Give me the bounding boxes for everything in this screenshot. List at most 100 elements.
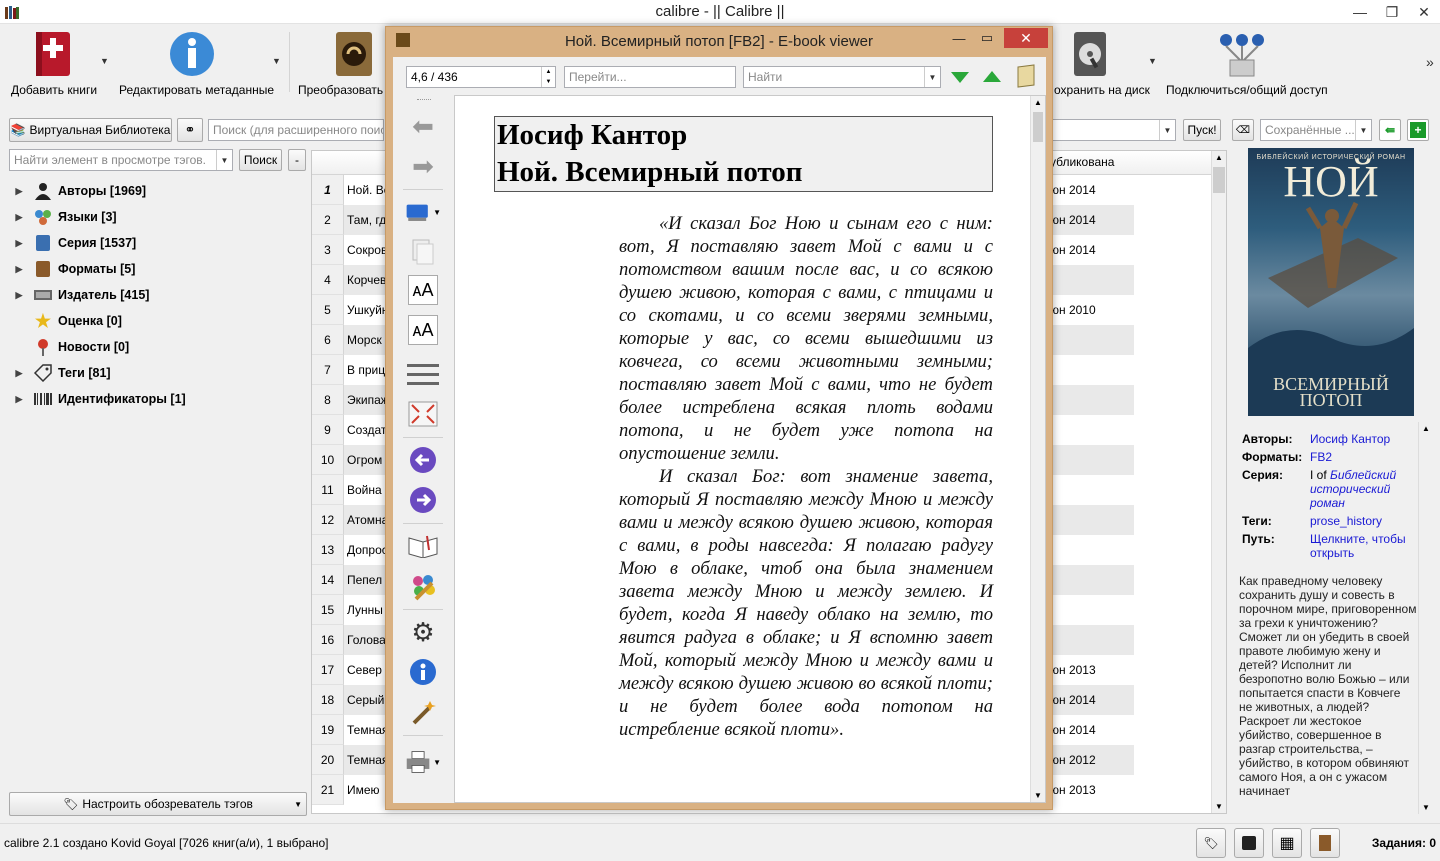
viewer-minimize-button[interactable]: —	[946, 29, 972, 47]
tag-collapse-button[interactable]: -	[288, 149, 306, 171]
row-title: Война	[347, 483, 382, 497]
format-link[interactable]: FB2	[1310, 450, 1420, 464]
tag-category-series[interactable]: ▶ Серия [1537]	[0, 230, 136, 256]
viewer-close-button[interactable]: ✕	[1004, 28, 1048, 48]
expand-arrow-icon[interactable]: ▶	[12, 212, 26, 223]
font-larger-icon: ᴀA	[412, 279, 434, 300]
window-title: calibre - || Calibre ||	[655, 3, 785, 20]
row-title: Лунны	[347, 603, 383, 617]
save-to-disk-button[interactable]: ▼ охранить на диск	[1050, 24, 1160, 100]
row-number: 21	[312, 775, 344, 805]
jobs-indicator[interactable]: Задания: 0	[1372, 836, 1436, 850]
bookmark-button[interactable]: ▼	[405, 195, 441, 229]
path-link[interactable]: Щелкните, чтобы открыть	[1310, 532, 1420, 560]
copy-icon	[412, 239, 434, 265]
maximize-button[interactable]: ❐	[1376, 0, 1408, 24]
saved-searches-combo[interactable]: Сохранённые ... ▼	[1260, 119, 1372, 141]
add-books-button[interactable]: ▼ Добавить книги	[0, 24, 112, 100]
position-spinbox[interactable]: 4,6 / 436 ▲ ▼	[406, 66, 556, 88]
details-scrollbar[interactable]: ▲ ▼	[1418, 422, 1432, 814]
convert-books-button[interactable]: Преобразовать к	[296, 24, 392, 100]
save-search-button[interactable]: +	[1407, 119, 1429, 141]
row-title: Огром	[347, 453, 383, 467]
toolbar-overflow-button[interactable]: »	[1422, 24, 1438, 100]
print-button[interactable]: ▼	[405, 745, 441, 779]
book-text: «И сказал Бог Ною и сынам его с ним: вот…	[619, 212, 993, 741]
plus-icon: +	[1410, 122, 1426, 138]
expand-arrow-icon[interactable]: ▶	[12, 186, 26, 197]
open-book-button[interactable]	[405, 529, 441, 563]
table-of-contents-button[interactable]	[405, 357, 441, 391]
expand-arrow-icon[interactable]: ▶	[12, 394, 26, 405]
row-number: 19	[312, 715, 344, 745]
viewer-find-input[interactable]: Найти ▼	[743, 66, 941, 88]
book-page: Иосиф Кантор Ной. Всемирный потоп «И ска…	[454, 95, 1046, 803]
forward-button[interactable]: ➡	[405, 149, 441, 183]
chevron-down-icon[interactable]: ▼	[100, 56, 109, 66]
barcode-icon	[32, 389, 54, 409]
tag-category-publisher[interactable]: ▶ Издатель [415]	[0, 282, 150, 308]
goto-input[interactable]: Перейти...	[564, 66, 736, 88]
info-icon	[410, 659, 436, 685]
copy-search-button[interactable]: ⇚	[1379, 119, 1401, 141]
book-details-toggle-button[interactable]	[1310, 828, 1340, 858]
about-button[interactable]	[405, 655, 441, 689]
row-published: юн 2010	[1050, 303, 1096, 317]
tag-category-identifiers[interactable]: ▶ Идентификаторы [1]	[0, 386, 186, 412]
row-number: 15	[312, 595, 344, 625]
previous-page-button[interactable]	[405, 443, 441, 477]
reference-mode-icon[interactable]	[1014, 63, 1038, 89]
author-link[interactable]: Иосиф Кантор	[1310, 432, 1420, 446]
row-number: 7	[312, 355, 344, 385]
expand-arrow-icon[interactable]: ▶	[12, 264, 26, 275]
tag-category-rating[interactable]: ▶ ★ Оценка [0]	[0, 308, 122, 334]
info-icon	[170, 32, 214, 76]
next-page-button[interactable]	[405, 483, 441, 517]
grid-view-toggle-button[interactable]: ▦	[1272, 828, 1302, 858]
tag-category-news[interactable]: ▶ Новости [0]	[0, 334, 129, 360]
book-icon	[1319, 835, 1331, 851]
binoculars-button[interactable]: ⚭	[177, 118, 203, 142]
back-button[interactable]: ⬅	[405, 109, 441, 143]
clear-search-button[interactable]: ⌫	[1232, 119, 1254, 141]
tag-find-input[interactable]: Найти элемент в просмотре тэгов. ▼	[9, 149, 233, 171]
tag-find-button[interactable]: Поиск	[239, 149, 282, 171]
virtual-library-button[interactable]: 📚 Виртуальная Библиотека	[9, 118, 172, 142]
tag-category-tags[interactable]: ▶ Теги [81]	[0, 360, 111, 386]
minimize-button[interactable]: —	[1344, 0, 1376, 24]
fullscreen-button[interactable]	[405, 397, 441, 431]
viewer-scrollbar[interactable]: ▲ ▼	[1030, 96, 1045, 802]
find-previous-icon[interactable]	[981, 67, 1003, 87]
search-go-button[interactable]: Пуск!	[1183, 119, 1221, 141]
search-history-combo[interactable]: ▼	[1052, 119, 1176, 141]
row-number: 9	[312, 415, 344, 445]
chevron-down-icon[interactable]: ▼	[272, 56, 281, 66]
tag-browser: ▶ Авторы [1969] ▶ Языки [3] ▶ Серия [153…	[0, 176, 308, 786]
book-cover[interactable]: БИБЛЕЙСКИЙ ИСТОРИЧЕСКИЙ РОМАН НОЙ ВСЕМИР…	[1248, 148, 1414, 416]
font-size-larger-button[interactable]: ᴀA	[408, 275, 438, 305]
settings-button[interactable]: ⚙	[405, 615, 441, 649]
tag-browser-toggle-button[interactable]: 🏷	[1196, 828, 1226, 858]
viewer-maximize-button[interactable]: ▭	[974, 29, 1000, 47]
tag-link[interactable]: prose_history	[1310, 514, 1420, 528]
configure-tag-browser-button[interactable]: 🏷 Настроить обозреватель тэгов ▼	[9, 792, 307, 816]
find-next-icon[interactable]	[949, 67, 971, 87]
close-button[interactable]: ✕	[1408, 0, 1440, 24]
tag-category-languages[interactable]: ▶ Языки [3]	[0, 204, 117, 230]
font-size-smaller-button[interactable]: ᴀA	[408, 315, 438, 345]
column-published[interactable]: убликована	[1050, 155, 1114, 169]
search-input[interactable]: Поиск (для расширенного поиска	[208, 119, 384, 141]
cover-browser-toggle-button[interactable]	[1234, 828, 1264, 858]
magic-tools-button[interactable]	[405, 695, 441, 729]
chevron-down-icon[interactable]: ▼	[1148, 56, 1157, 66]
tag-category-authors[interactable]: ▶ Авторы [1969]	[0, 178, 146, 204]
tag-category-formats[interactable]: ▶ Форматы [5]	[0, 256, 135, 282]
connect-share-button[interactable]: Подключиться/общий доступ	[1162, 24, 1328, 100]
copy-button[interactable]	[405, 235, 441, 269]
expand-arrow-icon[interactable]: ▶	[12, 290, 26, 301]
edit-metadata-button[interactable]: ▼ Редактировать метаданные	[114, 24, 289, 100]
expand-arrow-icon[interactable]: ▶	[12, 238, 26, 249]
book-list-scrollbar[interactable]: ▲ ▼	[1211, 151, 1226, 813]
preferences-theme-button[interactable]	[405, 569, 441, 603]
expand-arrow-icon[interactable]: ▶	[12, 368, 26, 379]
